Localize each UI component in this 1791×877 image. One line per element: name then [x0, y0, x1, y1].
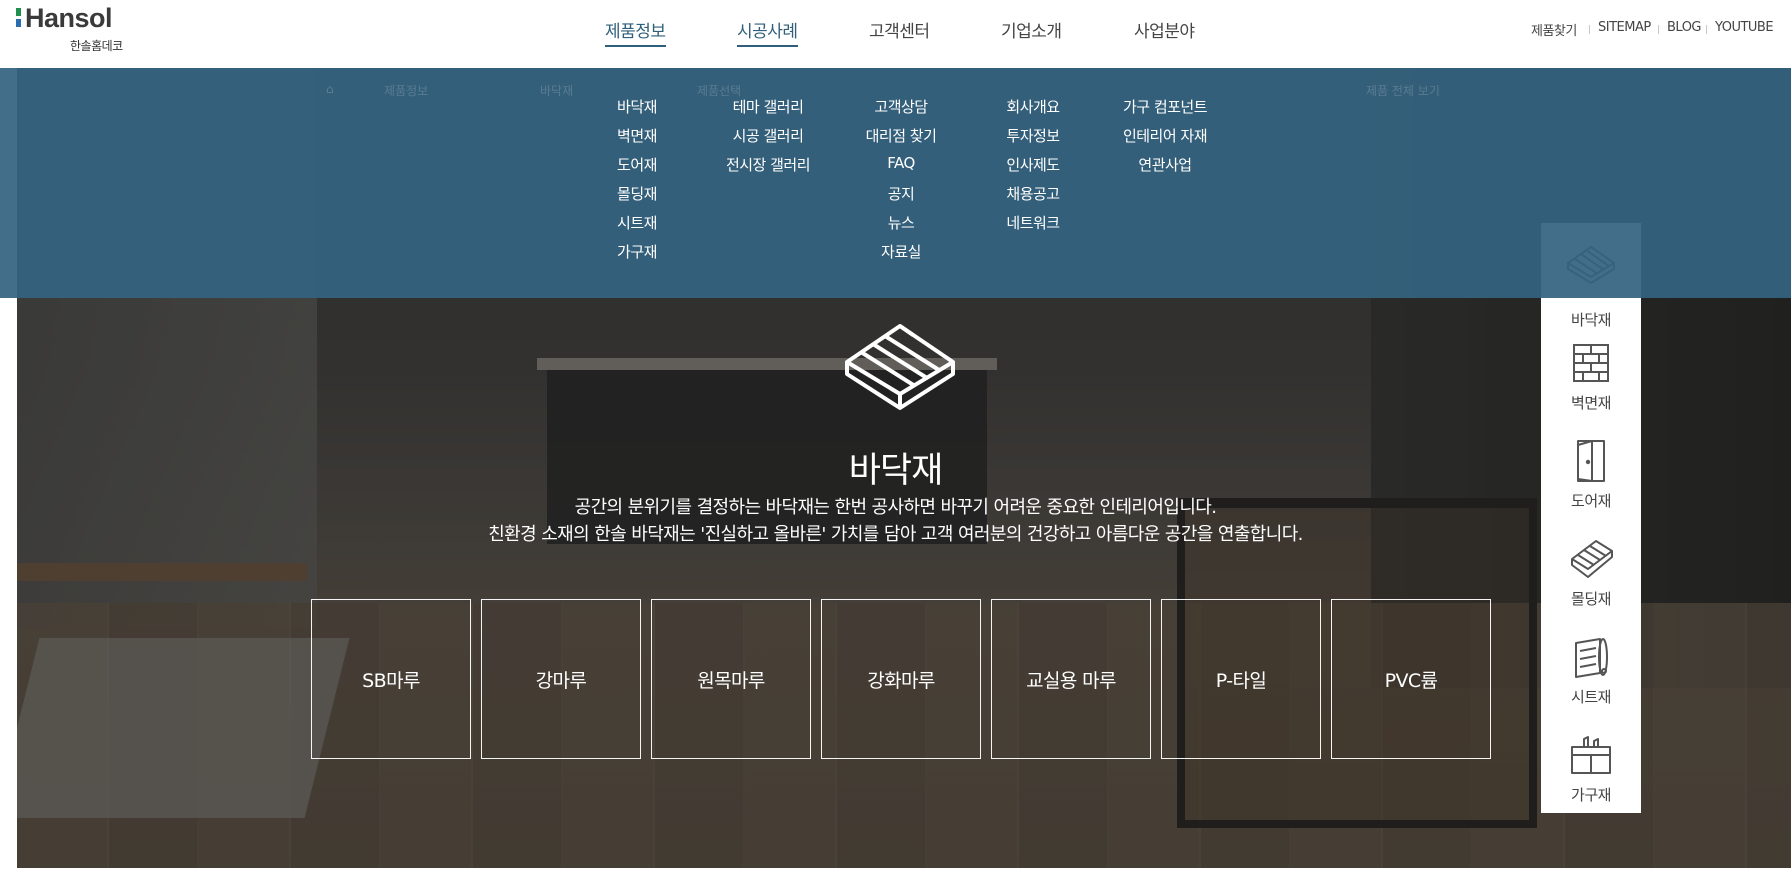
logo-subtitle: 한솔홈데코 [70, 39, 123, 53]
category-ganghwa-maru[interactable]: 강화마루 [821, 599, 981, 759]
dd-item-hr[interactable]: 인사제도 [993, 154, 1073, 183]
dd-item-notice[interactable]: 공지 [851, 183, 951, 212]
dropdown-col-cases: 테마 갤러리 시공 갤러리 전시장 갤러리 [718, 96, 818, 183]
molding-icon [1571, 540, 1613, 578]
dd-item-molding[interactable]: 몰딩재 [612, 183, 662, 212]
util-find-product[interactable]: 제품찾기 [1531, 20, 1577, 39]
quick-item-furniture[interactable]: 가구재 [1541, 733, 1641, 831]
quick-item-molding[interactable]: 몰딩재 [1541, 537, 1641, 635]
hero-description-line1: 공간의 분위기를 결정하는 바닥재는 한번 공사하면 바꾸기 어려운 중요한 인… [574, 497, 1217, 518]
dd-item-furniture-component[interactable]: 가구 컴포넌트 [1110, 96, 1220, 125]
dd-item-overview[interactable]: 회사개요 [993, 96, 1073, 125]
dd-item-faq[interactable]: FAQ [851, 154, 951, 183]
dd-item-furniture[interactable]: 가구재 [612, 241, 662, 270]
ghost-select-sub: 바닥재 [540, 84, 574, 98]
logo-mark-green [16, 8, 21, 16]
quick-label-sheet: 시트재 [1571, 688, 1611, 706]
category-classroom-maru[interactable]: 교실용 마루 [991, 599, 1151, 759]
ghost-view-all: 제품 전체 보기 [1366, 84, 1440, 98]
nav-item-company[interactable]: 기업소개 [1001, 17, 1062, 42]
wall-icon [1573, 344, 1609, 382]
floor-plank-icon [845, 324, 955, 410]
nav-item-products[interactable]: 제품정보 [605, 17, 666, 47]
hansol-logo[interactable]: Hansol 한솔홈데코 [16, 3, 136, 54]
utility-links: 제품찾기 SITEMAP BLOG YOUTUBE [1531, 20, 1791, 40]
door-icon [1577, 440, 1605, 482]
dd-item-sheet[interactable]: 시트재 [612, 212, 662, 241]
dd-item-wall[interactable]: 벽면재 [612, 125, 662, 154]
dropdown-col-company: 회사개요 투자정보 인사제도 채용공고 네트워크 [993, 96, 1073, 241]
quick-label-wall: 벽면재 [1571, 394, 1611, 412]
dd-item-library[interactable]: 자료실 [851, 241, 951, 270]
mega-dropdown: ⌂ 제품정보 바닥재 제품선택 제품 전체 보기 바닥재 벽면재 도어재 몰딩재… [0, 68, 1791, 298]
dd-item-consult[interactable]: 고객상담 [851, 96, 951, 125]
dropdown-col-business: 가구 컴포넌트 인테리어 자재 연관사업 [1110, 96, 1220, 183]
hero-title: 바닥재 [848, 451, 944, 491]
quick-item-sheet[interactable]: 시트재 [1541, 635, 1641, 733]
nav-item-cases[interactable]: 시공사례 [737, 17, 798, 47]
category-pvc-roll[interactable]: PVC륨 [1331, 599, 1491, 759]
logo-mark-icon [16, 8, 21, 30]
quick-item-wall[interactable]: 벽면재 [1541, 341, 1641, 439]
dd-item-related-business[interactable]: 연관사업 [1110, 154, 1220, 183]
util-youtube[interactable]: YOUTUBE [1715, 20, 1774, 35]
logo-wordmark: Hansol [25, 3, 113, 33]
dd-item-news[interactable]: 뉴스 [851, 212, 951, 241]
util-divider [1658, 25, 1659, 34]
hero-description-line2: 친환경 소재의 한솔 바닥재는 '진실하고 올바른' 가치를 담아 고객 여러분… [488, 524, 1303, 545]
dd-item-theme-gallery[interactable]: 테마 갤러리 [718, 96, 818, 125]
ghost-select-category: 제품정보 [384, 84, 429, 98]
nav-item-support[interactable]: 고객센터 [869, 17, 930, 42]
util-divider [1706, 25, 1707, 34]
util-blog[interactable]: BLOG [1667, 20, 1702, 35]
quick-menu: 바닥재 벽면재 도어재 몰딩재 시트재 가구재 [1541, 223, 1641, 813]
category-sb-maru[interactable]: SB마루 [311, 599, 471, 759]
nav-item-business[interactable]: 사업분야 [1134, 17, 1195, 42]
quick-item-door[interactable]: 도어재 [1541, 439, 1641, 537]
util-divider [1589, 25, 1590, 34]
sheet-roll-icon [1575, 638, 1608, 678]
dropdown-col-support: 고객상담 대리점 찾기 FAQ 공지 뉴스 자료실 [851, 96, 951, 270]
site-header: Hansol 한솔홈데코 제품정보 시공사례 고객센터 기업소개 사업분야 제품… [0, 0, 1791, 68]
furniture-icon [1571, 736, 1611, 774]
dd-item-showroom-gallery[interactable]: 전시장 갤러리 [718, 154, 818, 183]
quick-label-molding: 몰딩재 [1571, 590, 1611, 608]
logo-mark-blue [16, 19, 21, 27]
dd-item-ir[interactable]: 투자정보 [993, 125, 1073, 154]
quick-label-floor: 바닥재 [1571, 311, 1611, 329]
dd-item-recruit[interactable]: 채용공고 [993, 183, 1073, 212]
quick-label-furniture: 가구재 [1571, 786, 1611, 804]
util-sitemap[interactable]: SITEMAP [1598, 20, 1651, 35]
category-kang-maru[interactable]: 강마루 [481, 599, 641, 759]
dd-item-door[interactable]: 도어재 [612, 154, 662, 183]
category-p-tile[interactable]: P-타일 [1161, 599, 1321, 759]
dd-item-interior-material[interactable]: 인테리어 자재 [1110, 125, 1220, 154]
category-wonmok-maru[interactable]: 원목마루 [651, 599, 811, 759]
dd-item-install-gallery[interactable]: 시공 갤러리 [718, 125, 818, 154]
dd-item-find-agency[interactable]: 대리점 찾기 [851, 125, 951, 154]
dd-item-network[interactable]: 네트워크 [993, 212, 1073, 241]
dd-item-floor[interactable]: 바닥재 [612, 96, 662, 125]
ghost-home-icon: ⌂ [326, 82, 334, 96]
quick-label-door: 도어재 [1571, 492, 1611, 510]
dropdown-col-products: 바닥재 벽면재 도어재 몰딩재 시트재 가구재 [612, 96, 662, 270]
